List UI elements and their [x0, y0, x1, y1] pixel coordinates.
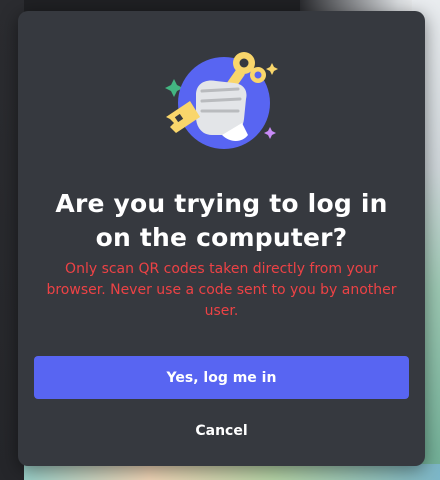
- dialog-title: Are you trying to log in on the computer…: [55, 189, 388, 252]
- security-warning-text: Only scan QR codes taken directly from y…: [46, 261, 397, 319]
- hand-holding-key-icon: [18, 39, 425, 157]
- login-confirmation-dialog: Are you trying to log in on the computer…: [18, 11, 425, 466]
- background-app-bottom: [24, 464, 440, 480]
- cancel-button[interactable]: Cancel: [158, 416, 285, 446]
- screen: Are you trying to log in on the computer…: [0, 0, 440, 480]
- confirm-login-button[interactable]: Yes, log me in: [34, 356, 409, 399]
